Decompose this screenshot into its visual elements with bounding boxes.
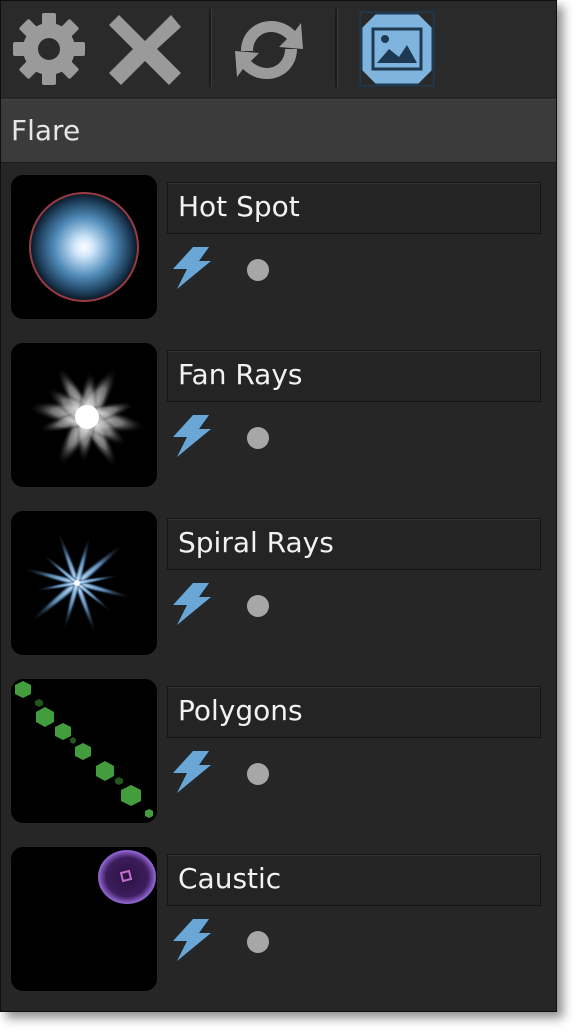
layer-name-field[interactable]: Fan Rays	[167, 350, 541, 402]
lightning-bolt-icon[interactable]	[169, 749, 213, 795]
toolbar-separator	[335, 9, 338, 87]
close-icon	[109, 15, 181, 85]
layer-name: Fan Rays	[178, 358, 303, 391]
lightning-bolt-icon[interactable]	[169, 917, 213, 963]
image-frame-icon	[359, 11, 435, 87]
layer-name-field[interactable]: Polygons	[167, 686, 541, 738]
refresh-icon	[235, 21, 303, 79]
close-button[interactable]	[105, 9, 185, 89]
layer-toggle-dot[interactable]	[247, 427, 269, 449]
layer-name: Spiral Rays	[178, 526, 334, 559]
layer-row[interactable]: Caustic	[1, 839, 556, 1007]
lightning-bolt-icon[interactable]	[169, 245, 213, 291]
refresh-button[interactable]	[229, 9, 309, 89]
polygons-thumbnail[interactable]	[11, 679, 157, 823]
layer-row[interactable]: Fan Rays	[1, 335, 556, 503]
image-view-button[interactable]	[357, 9, 437, 89]
layer-name-field[interactable]: Caustic	[167, 854, 541, 906]
layer-toggle-dot[interactable]	[247, 595, 269, 617]
fan-rays-thumbnail[interactable]	[11, 343, 157, 487]
toolbar-separator	[209, 9, 212, 87]
lightning-bolt-icon[interactable]	[169, 413, 213, 459]
toolbar	[1, 1, 556, 97]
layer-name: Hot Spot	[178, 190, 300, 223]
caustic-thumbnail[interactable]	[11, 847, 157, 991]
settings-button[interactable]	[9, 9, 89, 89]
flare-panel: Flare Hot Spot Fan Rays Spiral Rays Poly…	[0, 0, 557, 1012]
hot-spot-thumbnail[interactable]	[11, 175, 157, 319]
layer-row[interactable]: Hot Spot	[1, 167, 556, 335]
lightning-bolt-icon[interactable]	[169, 581, 213, 627]
gear-icon	[13, 13, 85, 85]
layer-name-field[interactable]: Spiral Rays	[167, 518, 541, 570]
section-header: Flare	[1, 99, 556, 163]
layer-toggle-dot[interactable]	[247, 931, 269, 953]
layer-row[interactable]: Polygons	[1, 671, 556, 839]
layer-row[interactable]: Spiral Rays	[1, 503, 556, 671]
section-title: Flare	[11, 114, 81, 147]
layer-toggle-dot[interactable]	[247, 259, 269, 281]
layer-name-field[interactable]: Hot Spot	[167, 182, 541, 234]
spiral-rays-thumbnail[interactable]	[11, 511, 157, 655]
layer-name: Caustic	[178, 862, 282, 895]
layer-name: Polygons	[178, 694, 303, 727]
layer-toggle-dot[interactable]	[247, 763, 269, 785]
